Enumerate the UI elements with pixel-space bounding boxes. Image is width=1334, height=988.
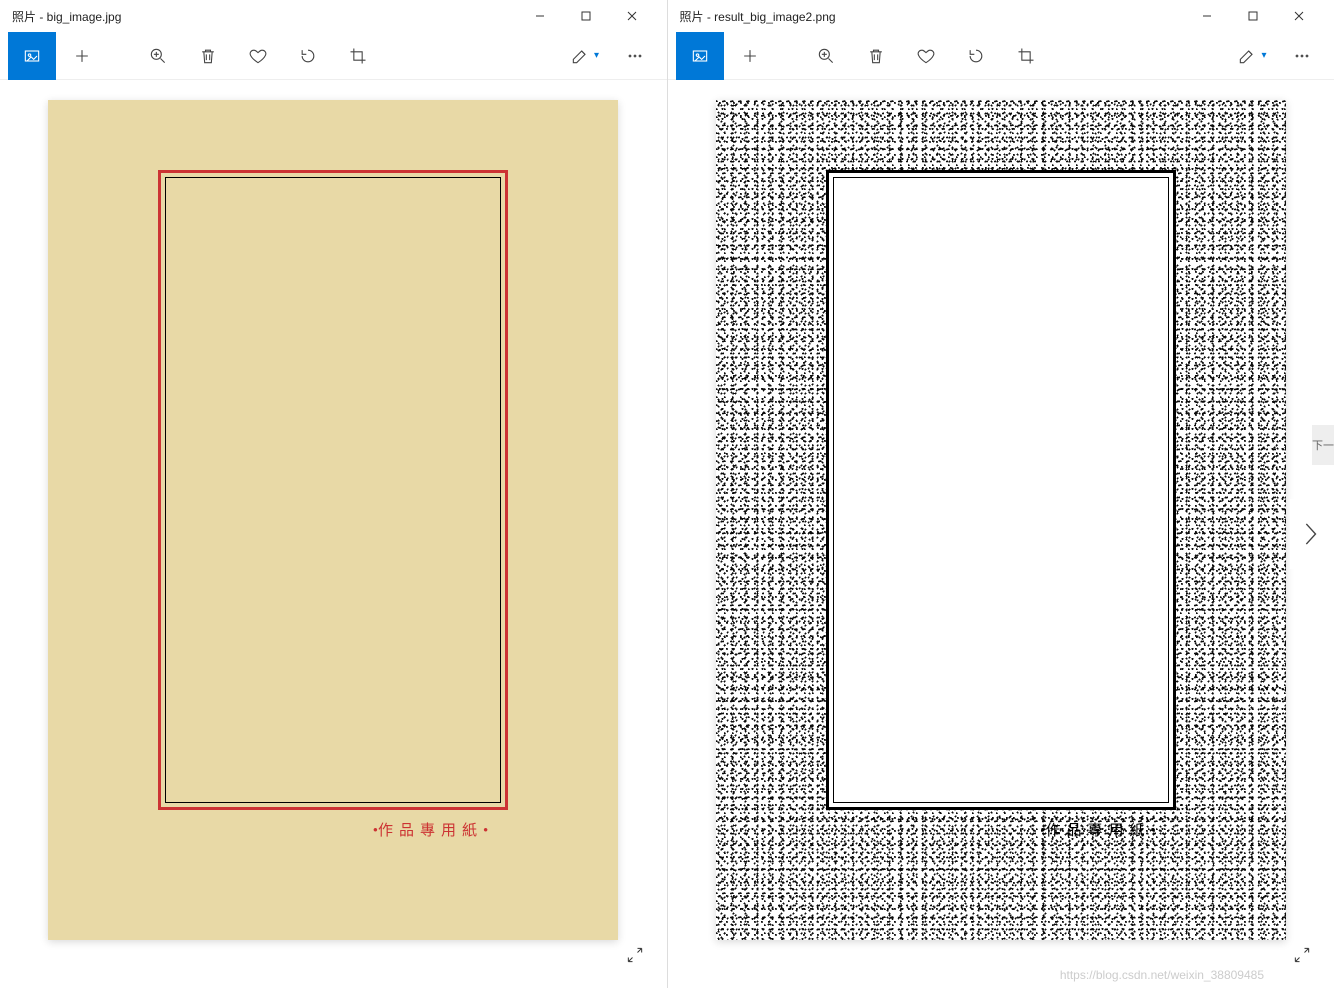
next-tab[interactable]: 下一 xyxy=(1312,425,1334,465)
window-title-left: 照片 - big_image.jpg xyxy=(12,8,517,25)
view-mode-button[interactable] xyxy=(676,32,724,80)
more-button[interactable] xyxy=(1278,32,1326,80)
more-button[interactable] xyxy=(611,32,659,80)
favorite-button[interactable] xyxy=(234,32,282,80)
zoom-button[interactable] xyxy=(802,32,850,80)
rotate-button[interactable] xyxy=(284,32,332,80)
expand-icon[interactable] xyxy=(625,945,645,970)
edit-button[interactable]: ▾ xyxy=(561,32,609,80)
delete-button[interactable] xyxy=(184,32,232,80)
close-button[interactable] xyxy=(609,0,655,32)
watermark: https://blog.csdn.net/weixin_38809485 xyxy=(1060,968,1264,982)
maximize-button[interactable] xyxy=(563,0,609,32)
image-viewer-right: •作品專用紙• 下一 xyxy=(668,80,1334,988)
left-window: 照片 - big_image.jpg ▾ xyxy=(0,0,668,988)
favorite-button[interactable] xyxy=(902,32,950,80)
close-button[interactable] xyxy=(1276,0,1322,32)
crop-button[interactable] xyxy=(1002,32,1050,80)
calligraphy-frame xyxy=(158,170,508,810)
right-window: 照片 - result_big_image2.png ▾ xyxy=(668,0,1334,988)
view-mode-button[interactable] xyxy=(8,32,56,80)
image-viewer-left: •作品專用紙• xyxy=(0,80,667,988)
minimize-button[interactable] xyxy=(1184,0,1230,32)
calligraphy-sheet-bw: •作品專用紙• xyxy=(716,100,1286,940)
zoom-button[interactable] xyxy=(134,32,182,80)
rotate-button[interactable] xyxy=(952,32,1000,80)
titlebar-left: 照片 - big_image.jpg xyxy=(0,0,667,32)
add-button[interactable] xyxy=(58,32,106,80)
calligraphy-frame xyxy=(826,170,1176,810)
calligraphy-sheet-color: •作品專用紙• xyxy=(48,100,618,940)
paper-label: •作品專用紙• xyxy=(373,819,489,840)
crop-button[interactable] xyxy=(334,32,382,80)
next-arrow-icon[interactable] xyxy=(1290,499,1330,569)
add-button[interactable] xyxy=(726,32,774,80)
delete-button[interactable] xyxy=(852,32,900,80)
minimize-button[interactable] xyxy=(517,0,563,32)
expand-icon[interactable] xyxy=(1292,945,1312,970)
edit-button[interactable]: ▾ xyxy=(1228,32,1276,80)
window-title-right: 照片 - result_big_image2.png xyxy=(680,8,1185,25)
toolbar-left: ▾ xyxy=(0,32,667,80)
paper-label: •作品專用紙• xyxy=(1040,819,1156,840)
toolbar-right: ▾ xyxy=(668,32,1334,80)
maximize-button[interactable] xyxy=(1230,0,1276,32)
titlebar-right: 照片 - result_big_image2.png xyxy=(668,0,1334,32)
